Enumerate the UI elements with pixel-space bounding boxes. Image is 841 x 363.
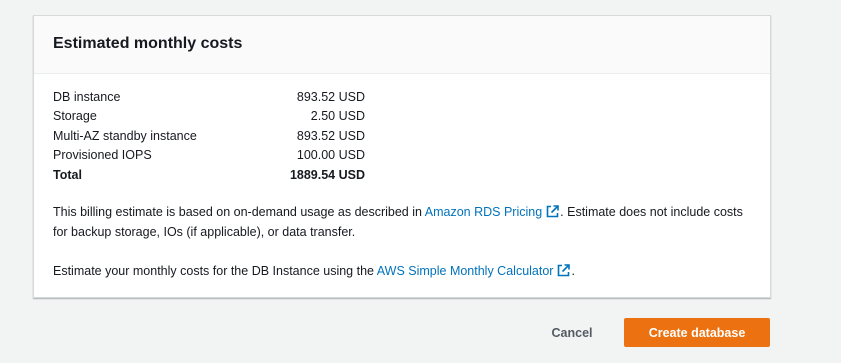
billing-note: This billing estimate is based on on-dem…	[53, 202, 743, 242]
cost-row-total: Total 1889.54 USD	[53, 166, 365, 185]
cost-label: Multi-AZ standby instance	[53, 128, 197, 143]
calculator-note-text-end: .	[571, 264, 575, 278]
monthly-calculator-link[interactable]: AWS Simple Monthly Calculator	[377, 264, 572, 278]
cost-label: Provisioned IOPS	[53, 148, 152, 163]
cost-row-storage: Storage 2.50 USD	[53, 107, 365, 126]
cost-value: 893.52 USD	[296, 90, 365, 104]
total-value: 1889.54 USD	[289, 167, 365, 182]
cost-breakdown: DB instance 893.52 USD Storage 2.50 USD …	[53, 88, 365, 185]
rds-pricing-link-label: Amazon RDS Pricing	[424, 205, 543, 219]
cancel-button[interactable]: Cancel	[540, 320, 604, 346]
panel-title: Estimated monthly costs	[53, 35, 243, 52]
cost-row-iops: Provisioned IOPS 100.00 USD	[53, 146, 365, 165]
panel-header: Estimated monthly costs	[34, 16, 770, 74]
calculator-note: Estimate your monthly costs for the DB I…	[53, 261, 743, 281]
billing-note-text: This billing estimate is based on on-dem…	[53, 205, 425, 219]
cost-value: 2.50 USD	[310, 109, 365, 124]
external-link-icon	[558, 264, 571, 277]
estimated-costs-panel: Estimated monthly costs DB instance 893.…	[33, 15, 771, 298]
cost-value: 100.00 USD	[296, 148, 365, 163]
total-label: Total	[53, 167, 82, 182]
cost-label: DB instance	[53, 90, 121, 104]
external-link-icon	[546, 205, 559, 218]
cost-label: Storage	[53, 109, 97, 124]
cost-value: 893.52 USD	[296, 128, 365, 143]
calculator-note-text: Estimate your monthly costs for the DB I…	[53, 264, 377, 278]
monthly-calculator-link-label: AWS Simple Monthly Calculator	[376, 264, 554, 278]
rds-pricing-link[interactable]: Amazon RDS Pricing	[425, 205, 560, 219]
cost-row-multi-az: Multi-AZ standby instance 893.52 USD	[53, 127, 365, 146]
create-database-button[interactable]: Create database	[624, 318, 770, 347]
cost-row-db-instance: DB instance 893.52 USD	[53, 88, 365, 107]
